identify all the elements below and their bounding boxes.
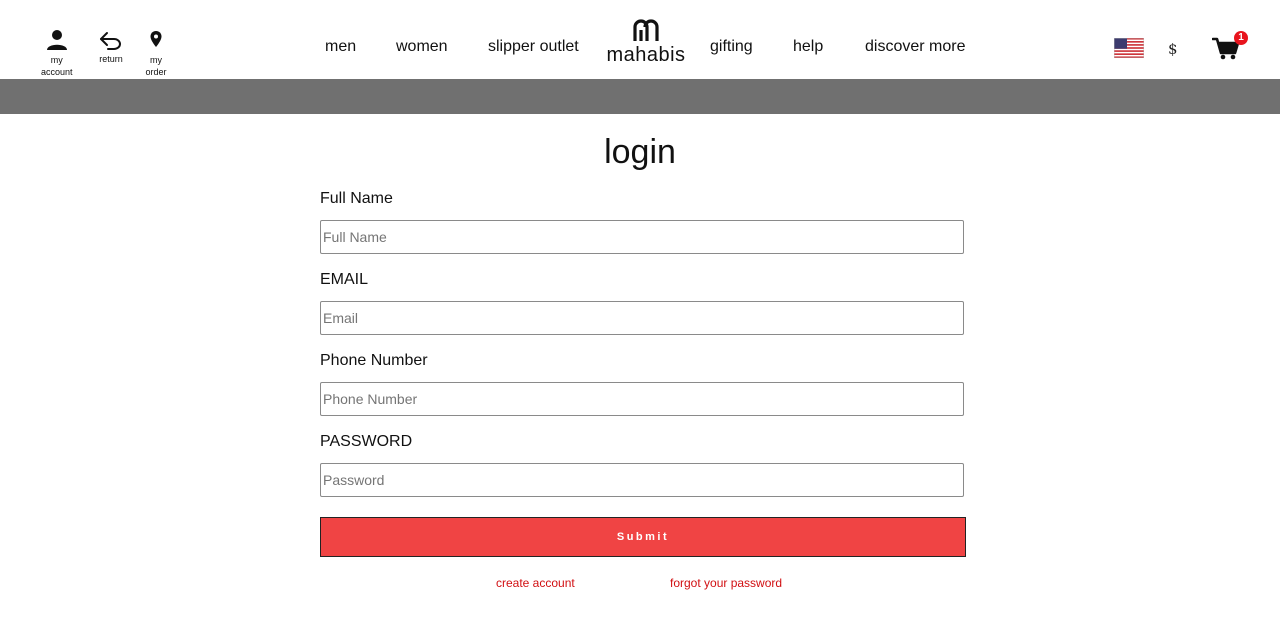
phone-number-input[interactable] — [320, 382, 964, 416]
promo-banner-strip — [0, 79, 1280, 114]
submit-button[interactable]: Submit — [320, 517, 966, 557]
nav-men[interactable]: men — [325, 38, 356, 56]
nav-gifting[interactable]: gifting — [710, 38, 753, 56]
logo-wordmark: mahabis — [606, 44, 686, 66]
site-header: my account return my order men women sli… — [0, 0, 1280, 79]
cart-button[interactable]: 1 — [1212, 31, 1252, 63]
password-input[interactable] — [320, 463, 964, 497]
email-label: EMAIL — [320, 271, 369, 288]
full-name-input[interactable] — [320, 220, 964, 254]
nav-discover-more[interactable]: discover more — [865, 38, 965, 56]
forgot-password-link[interactable]: forgot your password — [670, 576, 782, 590]
currency-selector[interactable]: $ — [1168, 40, 1178, 58]
return-label: return — [99, 54, 123, 64]
return-link[interactable]: return — [98, 31, 124, 65]
mahabis-logo-mark — [633, 19, 659, 41]
location-pin-icon — [150, 31, 162, 47]
my-order-label-line2: order — [145, 67, 167, 77]
my-account-link[interactable]: my account — [41, 29, 73, 78]
email-input[interactable] — [320, 301, 964, 335]
phone-number-label: Phone Number — [320, 352, 428, 369]
mahabis-logo[interactable]: mahabis — [601, 17, 691, 67]
my-account-label-line1: my — [50, 55, 63, 65]
create-account-link[interactable]: create account — [496, 576, 575, 590]
my-order-label-line1: my — [150, 55, 162, 65]
full-name-label: Full Name — [320, 190, 393, 207]
return-arrow-icon — [100, 32, 121, 50]
my-account-label-line2: account — [41, 67, 73, 77]
us-flag-icon[interactable] — [1114, 38, 1144, 58]
my-order-link[interactable]: my order — [143, 30, 169, 78]
page-title: login — [604, 133, 676, 171]
cart-count-badge: 1 — [1234, 31, 1248, 45]
nav-slipper-outlet[interactable]: slipper outlet — [488, 38, 579, 56]
password-label: PASSWORD — [320, 433, 413, 450]
user-icon — [46, 30, 67, 50]
nav-help[interactable]: help — [793, 38, 823, 56]
nav-women[interactable]: women — [396, 38, 448, 56]
